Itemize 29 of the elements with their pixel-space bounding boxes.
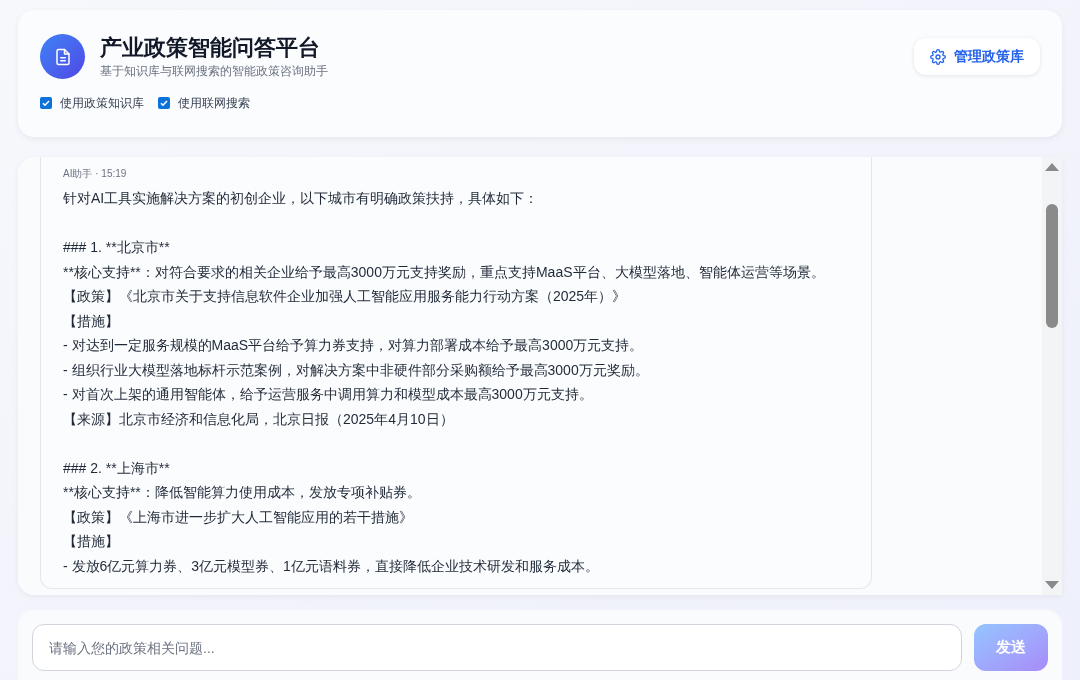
message-line: - 发放6亿元算力券、3亿元模型券、1亿元语料券，直接降低企业技术研发和服务成本。	[63, 556, 600, 576]
message-line: - 组织行业大模型落地标杆示范案例，对解决方案中非硬件部分采购额给予最高3000万元奖励。	[63, 360, 650, 380]
app-subtitle: 基于知识库与联网搜索的智能政策咨询助手	[100, 63, 328, 80]
message-line: ### 1. **北京市**	[63, 238, 171, 257]
message-line: 【措施】	[63, 532, 120, 551]
settings-icon	[930, 48, 946, 65]
document-icon	[40, 34, 85, 79]
message-line: 针对AI工具实施解决方案的初创企业，以下城市有明确政策扶持，具体如下：	[63, 189, 540, 208]
checkbox[interactable]	[158, 97, 170, 109]
manage-library-button[interactable]: 管理政策库	[914, 38, 1040, 75]
message-line: **核心支持**：降低智能算力使用成本，发放专项补贴券。	[63, 483, 422, 502]
message-line: - 对首次上架的通用智能体，给予运营服务中调用算力和模型成本最高3000万元支持。	[63, 385, 594, 404]
message-line: **核心支持**：对符合要求的相关企业给予最高3000万元支持奖励，重点支持MaaS平台、大模型落地、智能体运营等场景。	[63, 262, 826, 282]
scroll-thumb[interactable]	[1046, 204, 1058, 328]
checkbox-label: 使用联网搜索	[178, 95, 250, 112]
app-title: 产业政策智能问答平台	[100, 34, 321, 62]
message-line: 【措施】	[63, 311, 120, 331]
message-line: 【来源】北京市经济和信息化局，北京日报（2025年4月10日）	[63, 409, 455, 429]
message-line: ### 2. **上海市**	[63, 458, 171, 478]
message-meta: AI助手 · 15:19	[63, 167, 128, 181]
message-line: - 对达到一定服务规模的MaaS平台给予算力券支持，对算力部署成本给予最高3000万元支持。	[63, 336, 645, 355]
checkbox[interactable]	[40, 97, 52, 109]
message-line: 【政策】《北京市关于支持信息软件企业加强人工智能应用服务能力行动方案（2025年）》	[63, 287, 628, 306]
scroll-down-icon	[1045, 581, 1059, 589]
checkbox-label: 使用政策知识库	[60, 95, 144, 112]
question-input[interactable]: 请输入您的政策相关问题...	[32, 624, 962, 671]
scroll-up-icon	[1045, 163, 1059, 171]
scrollbar[interactable]	[1042, 157, 1062, 595]
message-line: 【政策】《上海市进一步扩大人工智能应用的若干措施》	[63, 507, 414, 527]
